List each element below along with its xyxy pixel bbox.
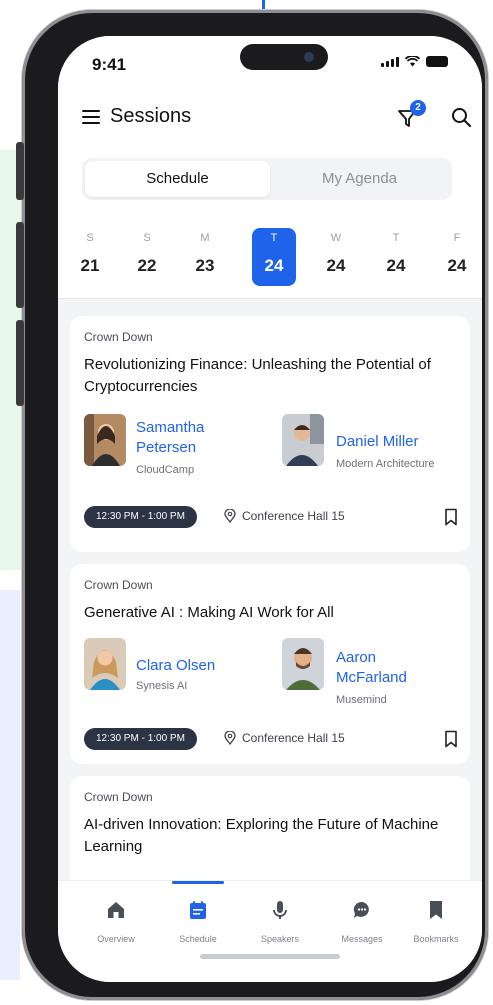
tab-schedule[interactable]: Schedule xyxy=(156,899,240,944)
status-bar: 9:41 xyxy=(58,36,482,92)
tab-label: Overview xyxy=(97,934,135,944)
avatar xyxy=(282,638,324,690)
session-location: Conference Hall 15 xyxy=(224,509,345,523)
speaker-company: CloudCamp xyxy=(136,464,195,476)
tab-label: Schedule xyxy=(179,934,217,944)
day-item-selected[interactable]: T 24 xyxy=(252,228,296,286)
page-title: Sessions xyxy=(110,105,192,127)
speaker-name[interactable]: Aaron McFarland xyxy=(336,648,446,688)
day-letter: M xyxy=(200,232,210,244)
phone-volume-up-button xyxy=(16,222,24,308)
session-card[interactable]: Crown Down Revolutionizing Finance: Unle… xyxy=(70,316,470,552)
session-location-label: Conference Hall 15 xyxy=(242,509,345,523)
session-card[interactable]: Crown Down Generative AI : Making AI Wor… xyxy=(70,564,470,764)
day-item[interactable]: M 23 xyxy=(183,228,227,286)
session-location: Conference Hall 15 xyxy=(224,731,345,745)
tab-label: Speakers xyxy=(260,934,300,944)
filter-count-badge: 2 xyxy=(410,100,426,116)
battery-icon xyxy=(426,56,448,67)
segment-control-wrapper: Schedule My Agenda xyxy=(58,150,482,216)
day-item[interactable]: F 24 xyxy=(435,228,479,286)
tab-bookmarks[interactable]: Bookmarks xyxy=(394,899,478,944)
avatar xyxy=(84,414,126,466)
day-item[interactable]: W 24 xyxy=(314,228,358,286)
day-number: 21 xyxy=(80,256,100,275)
active-tab-indicator xyxy=(172,881,224,884)
bookmark-icon[interactable] xyxy=(444,508,458,526)
tab-speakers[interactable]: Speakers xyxy=(238,899,322,944)
tab-overview[interactable]: Overview xyxy=(74,899,158,944)
day-number: 24 xyxy=(447,256,467,275)
tab-label: Bookmarks xyxy=(413,934,459,944)
phone-volume-down-button xyxy=(16,320,24,406)
calendar-icon xyxy=(190,901,206,919)
session-title: Generative AI : Making AI Work for All xyxy=(84,604,334,621)
speaker-company: Synesis AI xyxy=(136,680,188,692)
session-time-pill: 12:30 PM - 1:00 PM xyxy=(84,728,197,750)
speaker-name[interactable]: Samantha Petersen xyxy=(136,418,236,458)
signal-icon xyxy=(381,57,399,67)
menu-icon[interactable] xyxy=(82,110,100,124)
chat-bubble-icon xyxy=(353,901,369,918)
background-strip-blue xyxy=(0,590,20,980)
dynamic-island xyxy=(240,44,328,70)
session-time-pill: 12:30 PM - 1:00 PM xyxy=(84,506,197,528)
session-room: Crown Down xyxy=(84,790,153,804)
day-item[interactable]: T 24 xyxy=(374,228,418,286)
bookmark-filled-icon xyxy=(430,901,442,919)
day-letter: W xyxy=(330,232,342,244)
session-room: Crown Down xyxy=(84,330,153,344)
day-number: 23 xyxy=(195,256,215,275)
location-pin-icon xyxy=(224,509,236,523)
location-pin-icon xyxy=(224,731,236,745)
bottom-tab-bar: Overview Schedule Speakers Messages Book… xyxy=(58,880,482,982)
day-item[interactable]: S 21 xyxy=(68,228,112,286)
week-selector: S 21 S 22 M 23 T 24 W 24 T 24 F 24 xyxy=(58,216,482,299)
status-icons xyxy=(381,56,448,67)
day-number: 22 xyxy=(137,256,157,275)
tab-label: Messages xyxy=(341,934,383,944)
day-number: 24 xyxy=(386,256,406,275)
wifi-icon xyxy=(405,56,420,67)
segment-control: Schedule My Agenda xyxy=(82,158,452,200)
day-number: 24 xyxy=(326,256,346,275)
day-number: 24 xyxy=(264,256,284,275)
tab-messages[interactable]: Messages xyxy=(320,899,404,944)
avatar xyxy=(282,414,324,466)
day-item[interactable]: S 22 xyxy=(125,228,169,286)
day-letter: T xyxy=(392,232,400,244)
home-icon xyxy=(108,902,124,918)
phone-action-button xyxy=(16,142,24,200)
speaker-name[interactable]: Daniel Miller xyxy=(336,432,419,452)
day-letter: T xyxy=(270,232,278,244)
day-letter: S xyxy=(143,232,151,244)
app-screen: 9:41 Sessions 2 Schedule My Agenda S 21 … xyxy=(58,36,482,982)
speaker-company: Modern Architecture xyxy=(336,458,435,470)
microphone-icon xyxy=(273,901,287,919)
session-room: Crown Down xyxy=(84,578,153,592)
session-location-label: Conference Hall 15 xyxy=(242,731,345,745)
tab-my-agenda-segment[interactable]: My Agenda xyxy=(267,161,452,197)
search-icon[interactable] xyxy=(450,106,472,128)
status-time: 9:41 xyxy=(92,55,127,74)
speaker-name[interactable]: Clara Olsen xyxy=(136,656,215,676)
home-indicator xyxy=(200,954,340,959)
tab-schedule-segment[interactable]: Schedule xyxy=(85,161,270,197)
app-header: Sessions 2 xyxy=(58,92,482,150)
speaker-company: Musemind xyxy=(336,694,387,706)
session-title: AI-driven Innovation: Exploring the Futu… xyxy=(84,816,439,855)
bookmark-icon[interactable] xyxy=(444,730,458,748)
day-letter: F xyxy=(453,232,461,244)
day-letter: S xyxy=(86,232,94,244)
avatar xyxy=(84,638,126,690)
session-title: Revolutionizing Finance: Unleashing the … xyxy=(84,356,431,395)
